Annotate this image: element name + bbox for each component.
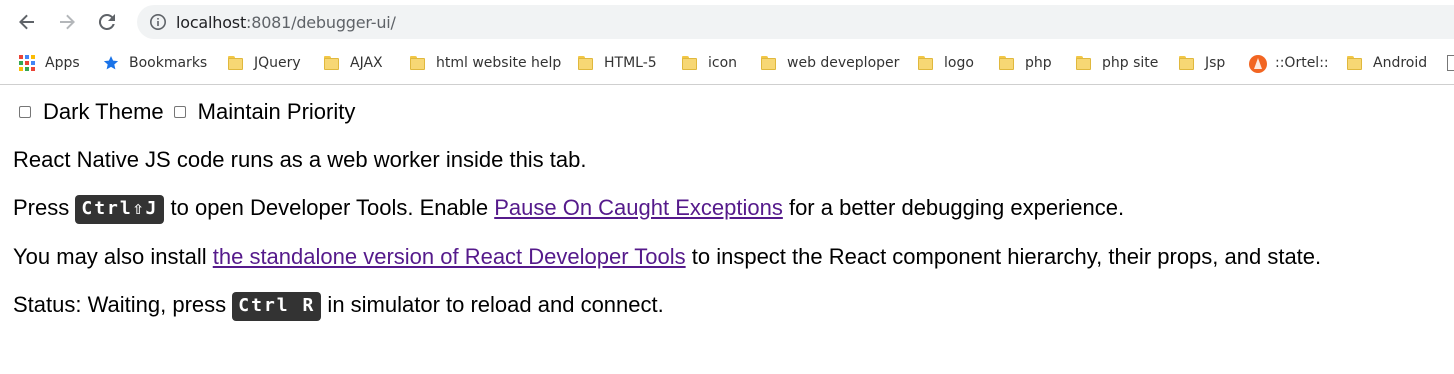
folder-icon	[918, 55, 934, 71]
arrow-left-icon	[19, 14, 34, 30]
bookmark-apps[interactable]: Apps	[19, 52, 80, 74]
bookmark-ortel[interactable]: ::Ortel::	[1249, 52, 1329, 74]
arrow-right-icon	[60, 14, 75, 30]
bookmark-jquery[interactable]: JQuery	[228, 52, 301, 74]
intro-text: React Native JS code runs as a web worke…	[13, 147, 587, 172]
bookmark-label: Android	[1373, 55, 1428, 71]
bookmark-jsp[interactable]: Jsp	[1179, 52, 1225, 74]
bookmark-label: logo	[944, 55, 974, 71]
folder-icon	[1076, 55, 1092, 71]
bookmark-label: Bookmarks	[129, 55, 208, 71]
folder-icon	[228, 55, 244, 71]
star-icon	[103, 55, 119, 71]
devtools-shortcut: Ctrl⇧J	[75, 195, 165, 224]
folder-icon	[761, 55, 777, 71]
bookmark-icon[interactable]: icon	[682, 52, 737, 74]
debugger-page: Dark Theme Maintain Priority React Nativ…	[0, 97, 1454, 321]
bookmark-label: php site	[1102, 55, 1159, 71]
bookmark-html-website-help[interactable]: html website help	[410, 52, 561, 74]
folder-icon	[410, 55, 426, 71]
status-line: Status: Waiting, press Ctrl R in simulat…	[13, 292, 664, 321]
url-host: localhost	[176, 12, 247, 32]
bookmark-ajax[interactable]: AJAX	[324, 52, 383, 74]
folder-icon	[1179, 55, 1195, 71]
dark-theme-label: Dark Theme	[43, 99, 164, 124]
overflow-icon	[1447, 55, 1454, 71]
bookmark-logo[interactable]: logo	[918, 52, 974, 74]
press-text: Press	[13, 195, 76, 220]
bookmark-label: icon	[708, 55, 738, 71]
apps-grid-icon	[19, 55, 35, 71]
address-bar[interactable]: localhost:8081/debugger-ui/	[137, 5, 1454, 39]
info-icon[interactable]	[149, 13, 167, 31]
pause-on-caught-exceptions-link[interactable]: Pause On Caught Exceptions	[494, 195, 783, 220]
folder-icon	[1347, 55, 1363, 71]
maintain-priority-label: Maintain Priority	[197, 99, 356, 124]
inspect-text: to inspect the React component hierarchy…	[685, 244, 1322, 269]
bookmark-label: JQuery	[254, 55, 301, 71]
bookmark-label: HTML-5	[604, 55, 657, 71]
dark-theme-checkbox[interactable]	[19, 106, 31, 118]
maintain-priority-checkbox[interactable]	[173, 106, 186, 118]
bookmark-label: html website help	[436, 55, 562, 71]
reload-shortcut: Ctrl R	[232, 292, 322, 321]
ortel-icon	[1249, 55, 1267, 73]
react-devtools-link[interactable]: the standalone version of React Develope…	[213, 244, 686, 269]
status-text: Status: Waiting, press	[13, 292, 233, 317]
bookmark-label: Apps	[45, 55, 80, 71]
devtools-text: to open Developer Tools. Enable	[164, 195, 495, 220]
devtools-instructions: Press Ctrl⇧J to open Developer Tools. En…	[13, 195, 1124, 224]
bookmark-label: ::Ortel::	[1275, 55, 1329, 71]
install-text: You may also install	[13, 244, 213, 269]
bookmarks-bar: Apps Bookmarks JQuery AJAX html website …	[0, 42, 1454, 85]
bookmark-label: web deveploper	[787, 55, 900, 71]
bookmark-label: AJAX	[350, 55, 383, 71]
folder-icon	[578, 55, 594, 71]
bookmark-web-deveploper[interactable]: web deveploper	[761, 52, 899, 74]
folder-icon	[999, 55, 1015, 71]
debugging-experience-text: for a better debugging experience.	[782, 195, 1125, 220]
url-text[interactable]: localhost:8081/debugger-ui/	[176, 13, 396, 32]
reload-icon	[98, 13, 115, 30]
forward-button[interactable]	[53, 8, 81, 36]
url-path: :8081/debugger-ui/	[246, 12, 396, 32]
bookmark-label: php	[1025, 55, 1052, 71]
bookmark-html5[interactable]: HTML-5	[578, 52, 657, 74]
bookmark-label: Jsp	[1205, 55, 1226, 71]
react-devtools-instructions: You may also install the standalone vers…	[13, 244, 1321, 270]
options-row: Dark Theme Maintain Priority	[13, 97, 1441, 127]
bookmark-overflow[interactable]	[1447, 52, 1454, 74]
bookmark-php-site[interactable]: php site	[1076, 52, 1158, 74]
bookmark-bookmarks[interactable]: Bookmarks	[103, 52, 207, 74]
reload-button[interactable]	[93, 8, 121, 36]
back-button[interactable]	[13, 8, 41, 36]
browser-toolbar: localhost:8081/debugger-ui/	[0, 0, 1454, 42]
bookmark-android[interactable]: Android	[1347, 52, 1427, 74]
reload-text: in simulator to reload and connect.	[321, 292, 664, 317]
bookmark-php[interactable]: php	[999, 52, 1052, 74]
folder-icon	[324, 55, 340, 71]
folder-icon	[682, 55, 698, 71]
